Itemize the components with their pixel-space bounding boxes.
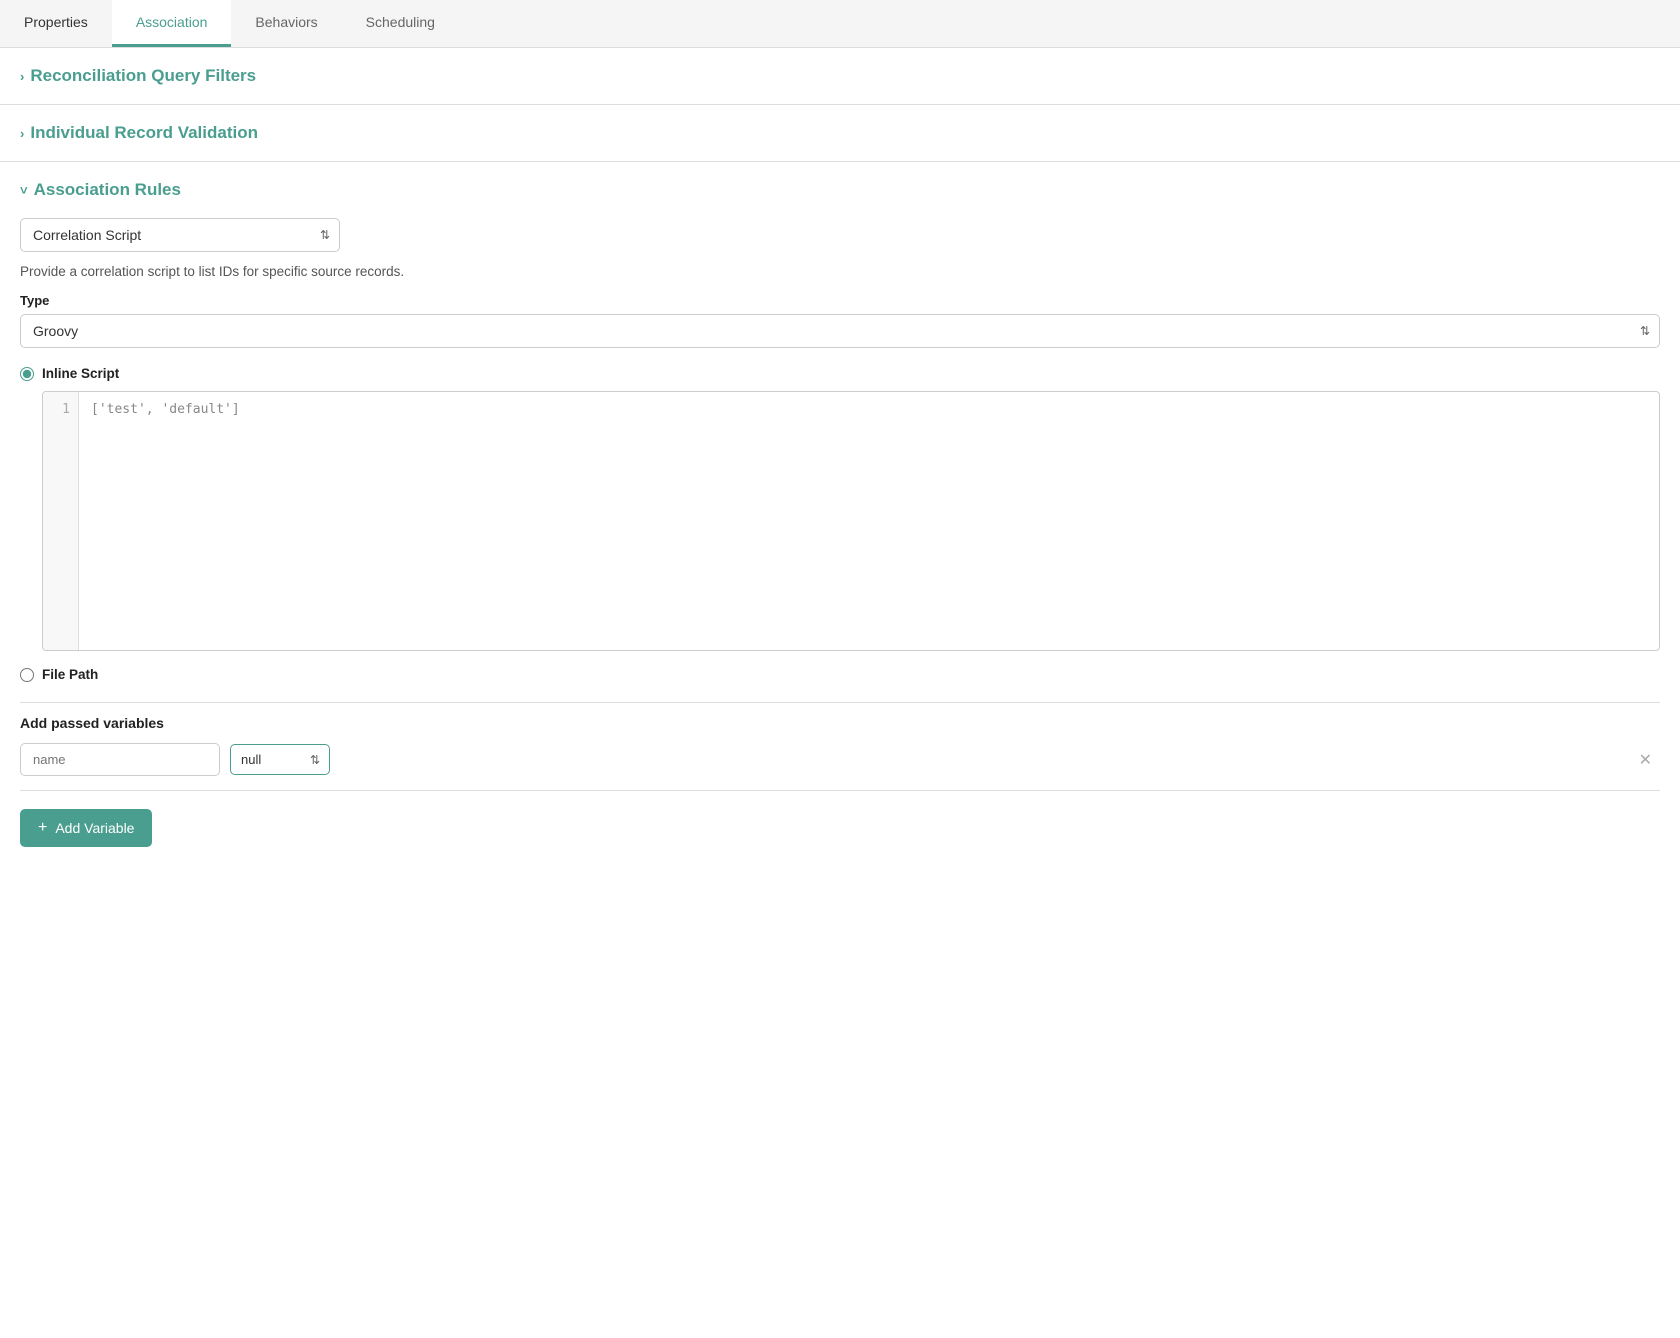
individual-record-section: › Individual Record Validation xyxy=(0,105,1680,162)
association-rules-section: ˅ Association Rules Correlation Script ⇅… xyxy=(0,162,1680,871)
add-variable-label: Add Variable xyxy=(55,820,134,836)
tab-properties[interactable]: Properties xyxy=(0,0,112,47)
individual-record-header[interactable]: › Individual Record Validation xyxy=(20,123,1660,143)
inline-script-label: Inline Script xyxy=(42,366,119,381)
variables-section: Add passed variables null true false ⇅ ✕… xyxy=(20,702,1660,847)
file-path-radio[interactable] xyxy=(20,668,34,682)
main-content: › Reconciliation Query Filters › Individ… xyxy=(0,48,1680,871)
line-number-1: 1 xyxy=(51,402,70,417)
plus-icon: + xyxy=(38,819,47,837)
inline-script-radio[interactable] xyxy=(20,367,34,381)
script-type-radio-group: Inline Script 1 ['test', 'default'] File… xyxy=(20,366,1660,682)
variable-name-input[interactable] xyxy=(20,743,220,776)
type-label: Type xyxy=(20,293,1660,308)
variable-value-select[interactable]: null true false xyxy=(230,744,330,775)
tab-association[interactable]: Association xyxy=(112,0,232,47)
association-rules-header[interactable]: ˅ Association Rules xyxy=(20,180,1660,200)
code-editor[interactable]: 1 ['test', 'default'] xyxy=(42,391,1660,651)
type-select-wrapper: Groovy ⇅ xyxy=(20,314,1660,348)
variables-divider xyxy=(20,702,1660,703)
file-path-label: File Path xyxy=(42,667,98,682)
variables-title: Add passed variables xyxy=(20,715,1660,731)
line-numbers: 1 xyxy=(43,392,79,650)
tab-bar: Properties Association Behaviors Schedul… xyxy=(0,0,1680,48)
chevron-right-icon-2: › xyxy=(20,126,24,141)
reconciliation-header[interactable]: › Reconciliation Query Filters xyxy=(20,66,1660,86)
inline-script-radio-item[interactable]: Inline Script xyxy=(20,366,1660,381)
reconciliation-section: › Reconciliation Query Filters xyxy=(0,48,1680,105)
correlation-script-select[interactable]: Correlation Script xyxy=(20,218,340,252)
tab-scheduling[interactable]: Scheduling xyxy=(342,0,459,47)
variable-row: null true false ⇅ ✕ xyxy=(20,743,1660,776)
variable-value-wrapper: null true false ⇅ xyxy=(230,744,330,775)
reconciliation-title: Reconciliation Query Filters xyxy=(30,66,256,86)
tab-behaviors[interactable]: Behaviors xyxy=(231,0,341,47)
bottom-divider xyxy=(20,790,1660,791)
chevron-right-icon: › xyxy=(20,69,24,84)
code-content: ['test', 'default'] xyxy=(79,392,1659,650)
help-text: Provide a correlation script to list IDs… xyxy=(20,264,1660,279)
remove-variable-button[interactable]: ✕ xyxy=(1631,746,1660,774)
association-rules-title: Association Rules xyxy=(34,180,181,200)
individual-record-title: Individual Record Validation xyxy=(30,123,258,143)
correlation-script-wrapper: Correlation Script ⇅ xyxy=(20,218,340,252)
file-path-radio-item[interactable]: File Path xyxy=(20,667,1660,682)
add-variable-button[interactable]: + Add Variable xyxy=(20,809,152,847)
type-select[interactable]: Groovy xyxy=(20,314,1660,348)
chevron-down-icon: ˅ xyxy=(20,183,28,198)
